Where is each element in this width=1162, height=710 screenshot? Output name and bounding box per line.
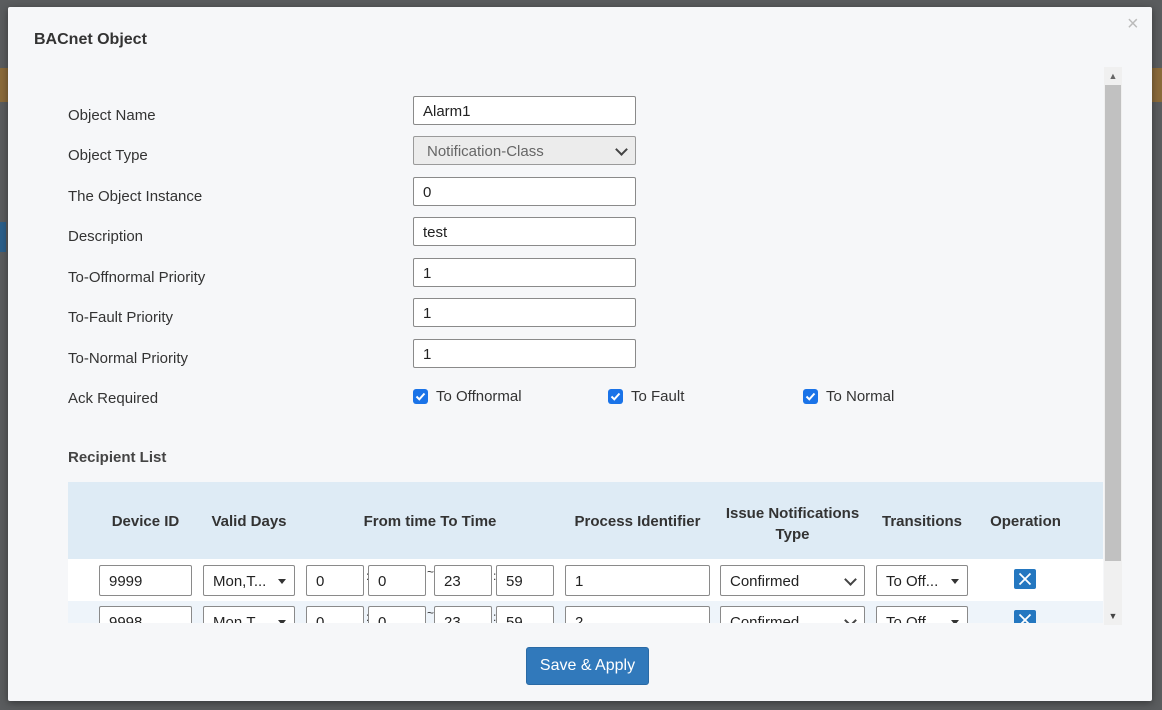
to-fault-priority-label: To-Fault Priority <box>68 309 174 326</box>
scroll-down-arrow-icon[interactable]: ▼ <box>1104 607 1122 625</box>
close-icon[interactable]: × <box>1127 14 1139 34</box>
transitions-value: To Off... <box>886 573 939 590</box>
check-icon <box>805 392 816 401</box>
to-minute-input[interactable]: 59 <box>496 606 554 623</box>
background-strip <box>1152 68 1162 102</box>
delete-row-button[interactable] <box>1014 569 1036 589</box>
ack-required-label: Ack Required <box>68 390 159 407</box>
column-header: Transitions <box>881 513 963 530</box>
ack-to-normal-label: To Normal <box>826 388 895 405</box>
column-header: From time To Time <box>363 513 497 530</box>
from-hour-input[interactable]: 0 <box>306 606 364 623</box>
range-separator: ~ <box>427 606 435 620</box>
device-id-input[interactable]: 9998 <box>99 606 192 623</box>
check-icon <box>610 392 621 401</box>
delete-row-button[interactable] <box>1014 610 1036 623</box>
notification-type-value: Confirmed <box>730 614 800 623</box>
object-type-label: Object Type <box>68 147 148 164</box>
description-input[interactable]: test <box>413 217 636 246</box>
check-icon <box>415 392 426 401</box>
device-id-input[interactable]: 9999 <box>99 565 192 596</box>
ack-to-offnormal-checkbox[interactable] <box>413 389 428 404</box>
chevron-down-icon <box>844 573 857 586</box>
notification-type-select[interactable]: Confirmed <box>720 565 865 596</box>
object-name-input[interactable]: Alarm1 <box>413 96 636 125</box>
table-row: 9998 Mon,T... 0 : 0 ~ 23 : 59 2 Confirme… <box>68 601 1103 623</box>
background-strip <box>0 222 6 252</box>
column-header: Device ID <box>111 513 180 530</box>
valid-days-select[interactable]: Mon,T... <box>203 565 295 596</box>
table-row: 9999 Mon,T... 0 : 0 ~ 23 : 59 1 Confirme… <box>68 559 1103 601</box>
bacnet-object-modal: BACnet Object × Object Name Alarm1 Objec… <box>8 7 1152 701</box>
object-type-value: Notification-Class <box>427 143 544 160</box>
recipient-list-title: Recipient List <box>68 449 167 466</box>
close-icon <box>1018 613 1032 623</box>
column-header: Operation <box>990 513 1061 530</box>
chevron-down-icon <box>615 143 628 156</box>
from-minute-input[interactable]: 0 <box>368 606 426 623</box>
to-offnormal-priority-label: To-Offnormal Priority <box>68 269 206 286</box>
column-header: Issue Notifications Type <box>725 505 860 543</box>
ack-to-fault-checkbox[interactable] <box>608 389 623 404</box>
vertical-scrollbar[interactable]: ▲ ▼ <box>1104 67 1122 625</box>
range-separator: ~ <box>427 565 435 579</box>
close-icon <box>1018 572 1032 586</box>
object-instance-label: The Object Instance <box>68 188 203 205</box>
transitions-select[interactable]: To Off... <box>876 565 968 596</box>
modal-body: Object Name Alarm1 Object Type Notificat… <box>8 63 1124 623</box>
caret-down-icon <box>951 579 959 584</box>
ack-to-offnormal-label: To Offnormal <box>436 388 522 405</box>
transitions-value: To Off... <box>886 614 939 623</box>
scrollbar-thumb[interactable] <box>1105 85 1121 561</box>
object-instance-input[interactable]: 0 <box>413 177 636 206</box>
transitions-select[interactable]: To Off... <box>876 606 968 623</box>
caret-down-icon <box>278 579 286 584</box>
caret-down-icon <box>951 620 959 623</box>
from-minute-input[interactable]: 0 <box>368 565 426 596</box>
background-strip <box>0 68 8 102</box>
recipient-table-header: Device ID Valid Days From time To Time P… <box>68 482 1103 559</box>
caret-down-icon <box>278 620 286 623</box>
save-apply-button[interactable]: Save & Apply <box>526 647 649 685</box>
object-type-select[interactable]: Notification-Class <box>413 136 636 165</box>
to-normal-priority-label: To-Normal Priority <box>68 350 189 367</box>
description-label: Description <box>68 228 144 245</box>
to-hour-input[interactable]: 23 <box>434 606 492 623</box>
to-offnormal-priority-input[interactable]: 1 <box>413 258 636 287</box>
valid-days-value: Mon,T... <box>213 614 267 623</box>
scroll-up-arrow-icon[interactable]: ▲ <box>1104 67 1122 85</box>
valid-days-value: Mon,T... <box>213 573 267 590</box>
chevron-down-icon <box>844 614 857 623</box>
notification-type-select[interactable]: Confirmed <box>720 606 865 623</box>
to-normal-priority-input[interactable]: 1 <box>413 339 636 368</box>
to-fault-priority-input[interactable]: 1 <box>413 298 636 327</box>
to-minute-input[interactable]: 59 <box>496 565 554 596</box>
process-identifier-input[interactable]: 1 <box>565 565 710 596</box>
to-hour-input[interactable]: 23 <box>434 565 492 596</box>
valid-days-select[interactable]: Mon,T... <box>203 606 295 623</box>
ack-to-normal-checkbox[interactable] <box>803 389 818 404</box>
modal-title: BACnet Object <box>34 31 147 48</box>
notification-type-value: Confirmed <box>730 573 800 590</box>
ack-to-fault-label: To Fault <box>631 388 685 405</box>
column-header: Process Identifier <box>574 513 701 530</box>
column-header: Valid Days <box>211 513 287 530</box>
process-identifier-input[interactable]: 2 <box>565 606 710 623</box>
object-name-label: Object Name <box>68 107 156 124</box>
from-hour-input[interactable]: 0 <box>306 565 364 596</box>
